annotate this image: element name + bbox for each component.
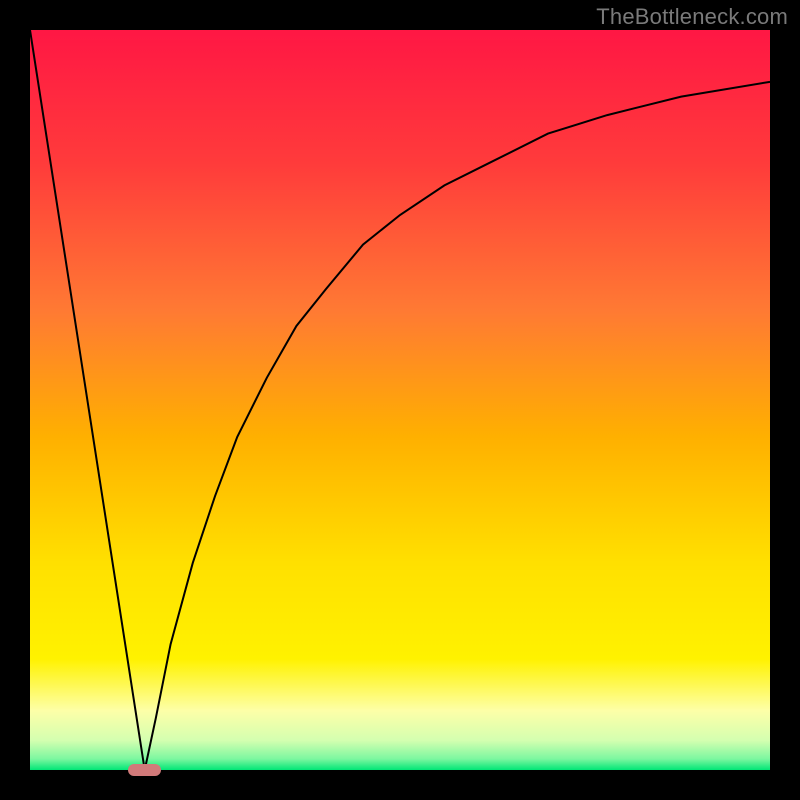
plot-area — [30, 30, 770, 770]
curve-path — [30, 30, 770, 770]
bottleneck-curve — [30, 30, 770, 770]
watermark-text: TheBottleneck.com — [596, 4, 788, 30]
minimum-marker — [128, 764, 161, 776]
chart-frame: TheBottleneck.com — [0, 0, 800, 800]
